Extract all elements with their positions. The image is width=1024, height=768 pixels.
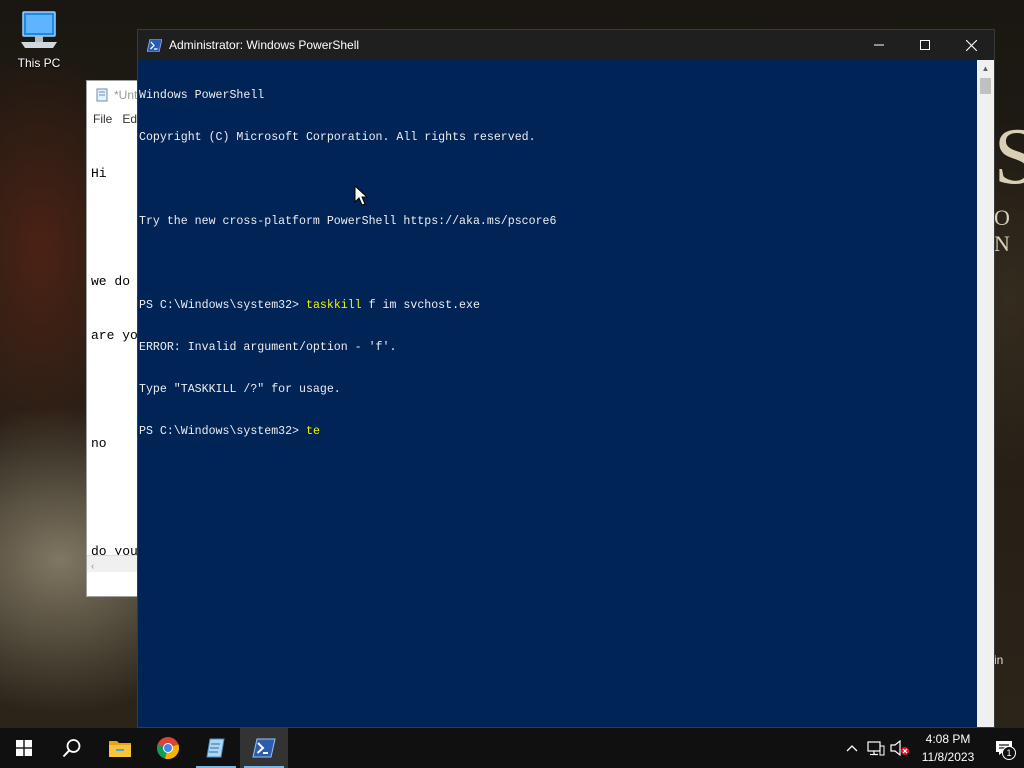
notepad-line: are yo [91,328,138,343]
desktop-icon-this-pc[interactable]: This PC [12,8,66,70]
clock-date: 11/8/2023 [921,750,975,764]
notepad-icon [206,738,225,758]
notepad-window[interactable]: *Unt File Ed Hi we do are yo no do you ‹ [86,80,140,597]
taskbar-file-explorer[interactable] [96,728,144,768]
window-title: Administrator: Windows PowerShell [169,38,360,52]
search-icon [62,739,81,758]
powershell-icon [147,38,162,52]
system-tray: 4:08 PM 11/8/2023 1 [840,728,1024,768]
notepad-menubar: File Ed [87,109,139,129]
chevron-left-icon[interactable]: ‹ [87,561,94,572]
scrollbar-thumb[interactable] [980,78,991,94]
background-text-in: in [994,653,1004,667]
window-controls [856,30,994,60]
chevron-up-icon [846,745,858,752]
notepad-line [91,219,135,237]
console-output[interactable]: Windows PowerShell Copyright (C) Microso… [138,60,977,727]
taskbar-notepad[interactable] [192,728,240,768]
start-button[interactable] [0,728,48,768]
notepad-menu-edit[interactable]: Ed [122,112,137,126]
console-command: taskkill [305,299,362,312]
background-letter-s: S [994,113,1024,201]
desktop: This PC S O N in *Unt File Ed Hi we do a… [0,0,1024,728]
console-error-line: ERROR: Invalid argument/option - 'f'. [139,341,397,354]
console-current-input[interactable]: te [306,425,320,438]
taskbar-clock[interactable]: 4:08 PM 11/8/2023 [912,730,984,766]
console-input-line[interactable]: PS C:\Windows\system32> te [139,425,977,439]
console-line: Try the new cross-platform PowerShell ht… [139,215,557,228]
powershell-icon [252,738,276,758]
close-button[interactable] [948,30,994,60]
powershell-window[interactable]: Administrator: Windows PowerShell Window… [137,29,995,728]
this-pc-icon [21,11,57,48]
console-prompt: PS C:\Windows\system32> [139,425,306,438]
notepad-line: we do [91,274,131,289]
console-line: Windows PowerShell [139,89,265,102]
taskbar-chrome[interactable] [144,728,192,768]
folder-icon [109,741,131,757]
maximize-icon [920,40,930,50]
chrome-icon [156,737,180,760]
console-prompt: PS C:\Windows\system32> [139,299,306,312]
notepad-horizontal-scrollbar[interactable]: ‹ [87,555,139,572]
taskbar-powershell[interactable] [240,728,288,768]
windows-start-icon [16,740,32,756]
powershell-titlebar[interactable]: Administrator: Windows PowerShell [138,30,994,60]
notepad-titlebar[interactable]: *Unt [87,81,139,109]
minimize-icon [874,44,884,46]
notepad-icon [96,88,108,102]
notification-count-badge: 1 [1002,746,1016,760]
console-vertical-scrollbar[interactable]: ▲ [977,60,994,727]
background-letters-on: O N [994,205,1016,256]
clock-time: 4:08 PM [925,732,971,746]
notepad-title: *Unt [114,88,138,102]
show-hidden-icons-button[interactable] [840,728,864,768]
minimize-button[interactable] [856,30,902,60]
volume-muted-icon [890,740,909,756]
notepad-line [91,489,135,507]
notepad-menu-file[interactable]: File [93,112,112,126]
mouse-cursor-icon [354,185,368,206]
console-line: Type "TASKKILL /?" for usage. [139,383,341,396]
console-line: Copyright (C) Microsoft Corporation. All… [139,131,536,144]
console-command-line: PS C:\Windows\system32> taskkill f im sv… [139,299,977,313]
notepad-line [91,381,135,399]
close-icon [965,39,977,51]
volume-button[interactable] [888,728,912,768]
scroll-up-arrow-icon[interactable]: ▲ [977,60,994,77]
notepad-line: no [91,436,107,451]
network-button[interactable] [864,728,888,768]
taskbar: 4:08 PM 11/8/2023 1 [0,728,1024,768]
maximize-button[interactable] [902,30,948,60]
network-icon [867,741,885,756]
notepad-line: Hi [91,166,107,181]
action-center-button[interactable]: 1 [984,728,1024,768]
notepad-text-area[interactable]: Hi we do are yo no do you [87,129,139,596]
search-button[interactable] [48,728,96,768]
console-args: f im svchost.exe [361,299,480,312]
desktop-icon-label: This PC [17,56,61,70]
